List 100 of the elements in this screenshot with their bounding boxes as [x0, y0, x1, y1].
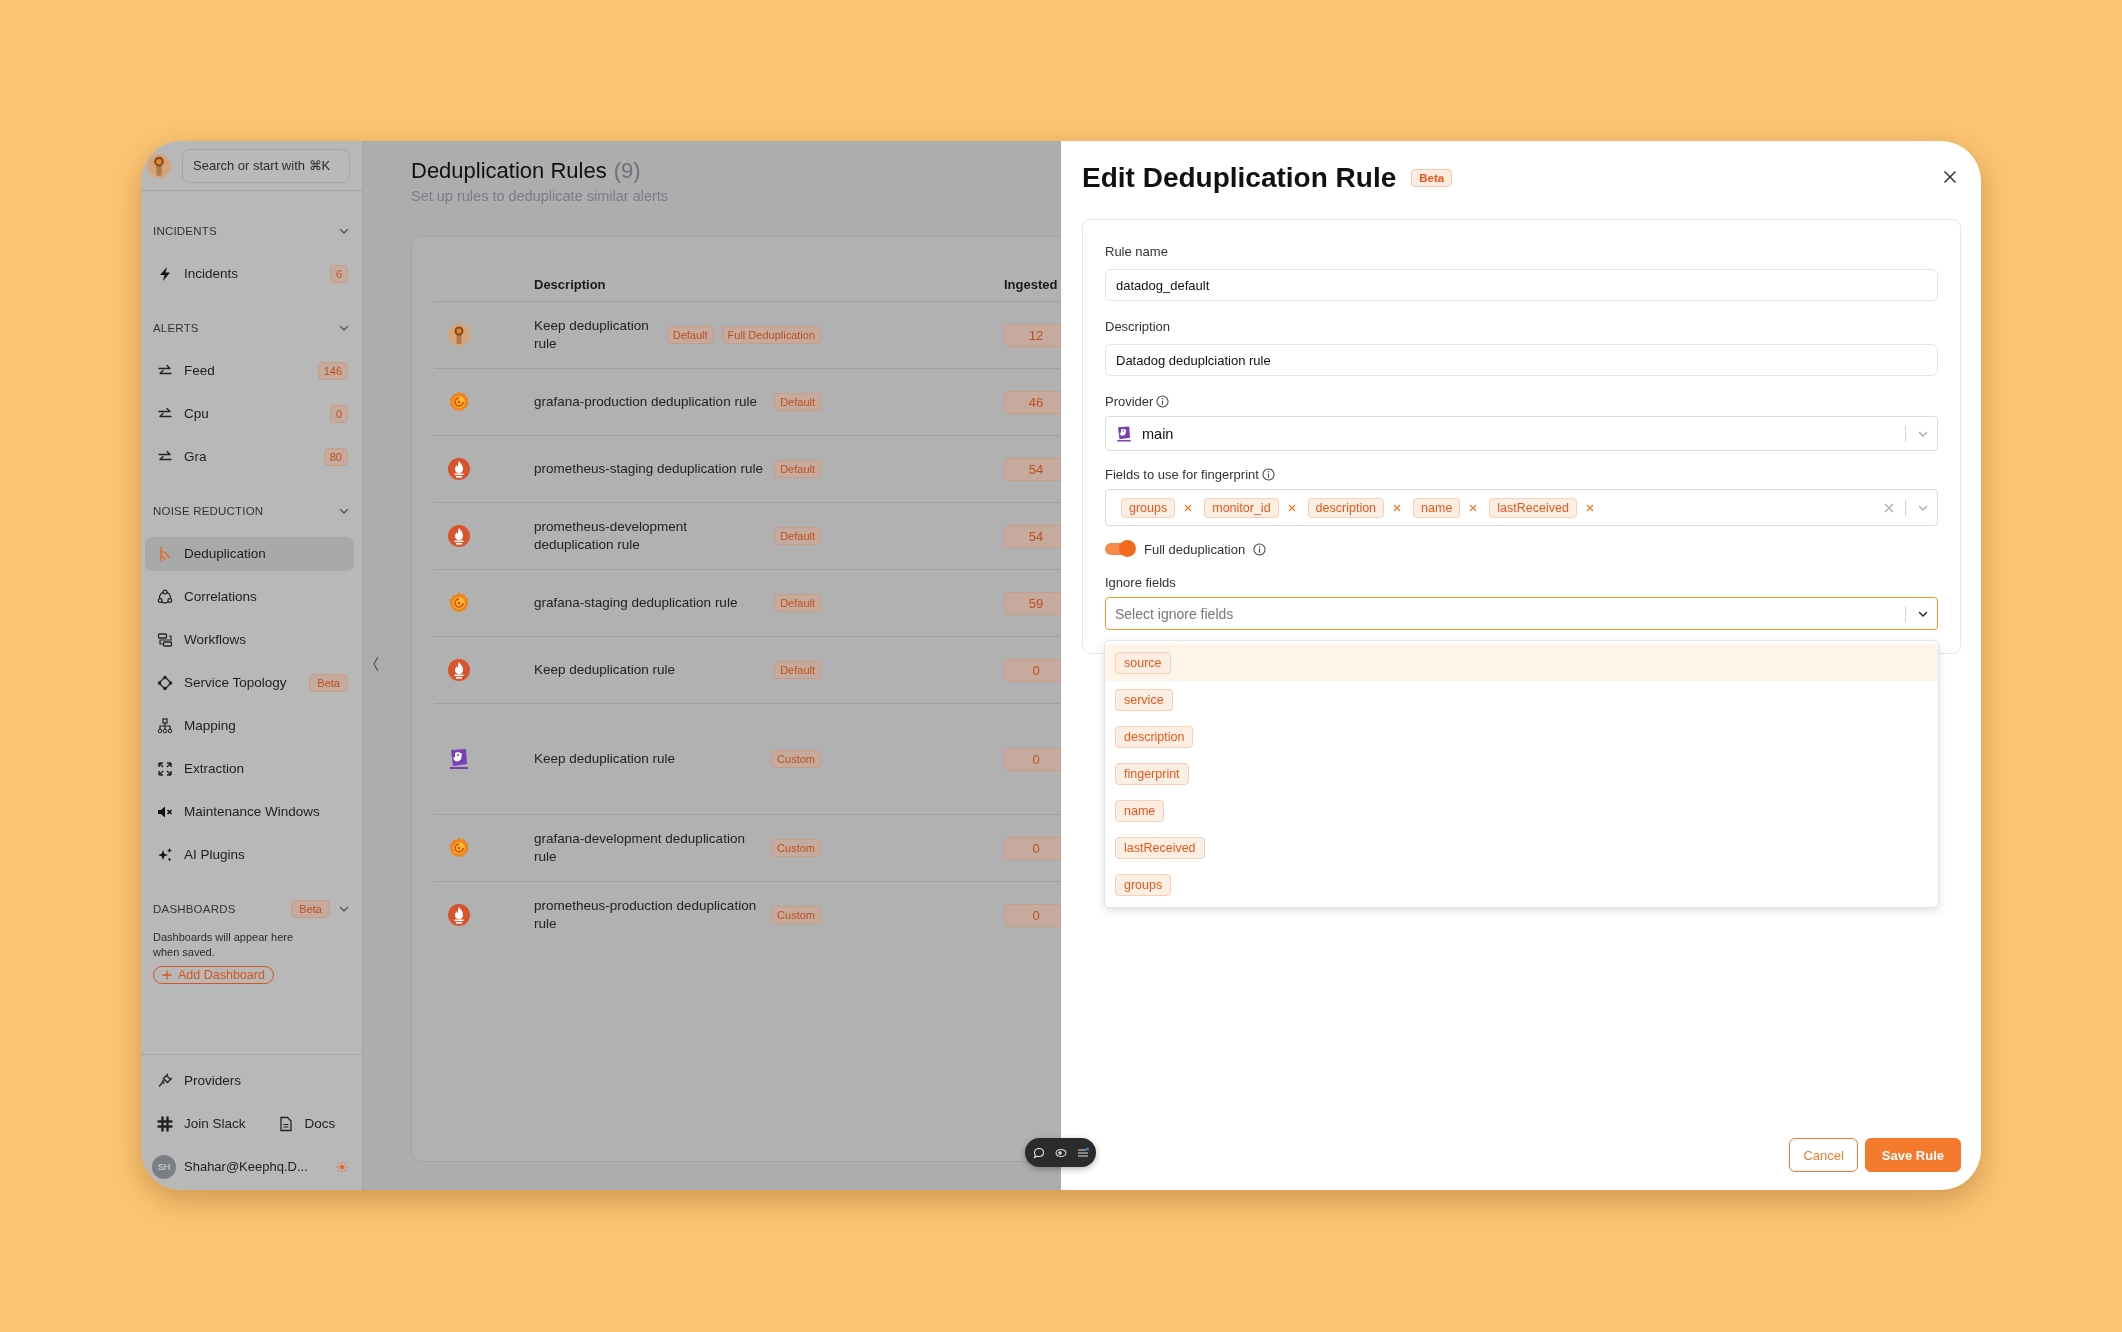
column-header: Ingested: [1004, 276, 1058, 292]
count-badge: 0: [329, 404, 348, 423]
rule-tag: Default: [666, 326, 714, 344]
sidebar-item[interactable]: Correlations: [145, 579, 348, 614]
field-label: Provider: [1105, 393, 1154, 409]
rule-description: prometheus-production deduplication rule: [534, 897, 758, 933]
field-tag: lastReceived: [1489, 497, 1577, 518]
flame-icon: [447, 658, 471, 682]
beta-badge: Beta: [1411, 169, 1453, 187]
menu-icon[interactable]: [1076, 1146, 1089, 1159]
field-tag: description: [1307, 497, 1385, 518]
rule-tag: Default: [774, 594, 821, 612]
workflow-icon: [157, 631, 173, 648]
hierarchy-icon: [157, 717, 173, 734]
sidebar-item[interactable]: Incidents: [145, 256, 330, 291]
field-label: Rule name: [1105, 243, 1168, 259]
document-icon: [277, 1115, 294, 1132]
select-field[interactable]: Select ignore fields: [1105, 597, 1938, 630]
count-badge: 12: [1004, 323, 1061, 347]
count-badge: 6: [329, 264, 348, 283]
expand-arrows-icon: [157, 760, 173, 777]
chat-bubble-icon[interactable]: [1032, 1146, 1045, 1159]
rule-description: Keep deduplication rule: [534, 661, 677, 679]
text-field[interactable]: Datadog deduplciation rule: [1105, 344, 1938, 376]
remove-icon[interactable]: [1585, 503, 1594, 512]
hash-icon: [157, 1115, 173, 1132]
toggle-label: Full deduplication: [1144, 541, 1246, 557]
count-badge: 54: [1004, 457, 1061, 481]
beta-badge: Beta: [291, 900, 330, 918]
remove-icon[interactable]: [1393, 503, 1402, 512]
field-tag: groups: [1121, 497, 1176, 518]
toggle-switch[interactable]: [1105, 543, 1133, 555]
count-badge: 0: [1004, 903, 1061, 927]
close-icon[interactable]: [1943, 170, 1957, 184]
section-title: INCIDENTS: [153, 225, 217, 237]
branch-icon: [157, 545, 173, 562]
chevron-left-icon[interactable]: [372, 656, 380, 672]
torch-icon: [146, 152, 172, 179]
flame-icon: [447, 524, 471, 548]
rule-description: prometheus-development deduplication rule: [534, 518, 689, 554]
rule-tag: Custom: [771, 750, 821, 768]
sparkles-icon: [157, 846, 173, 863]
select-field[interactable]: main: [1105, 416, 1938, 451]
rule-description: grafana-staging deduplication rule: [534, 594, 739, 612]
rule-tag: Custom: [771, 906, 821, 924]
sidebar-item[interactable]: Deduplication: [145, 536, 354, 571]
beta-badge: Beta: [309, 673, 348, 692]
flame-icon: [447, 903, 471, 927]
rule-tag: Custom: [771, 839, 821, 857]
flame-icon: [447, 457, 471, 481]
count-badge: 0: [1004, 747, 1061, 771]
empty-hint: Dashboards will appear here when saved.: [153, 930, 295, 960]
count-badge: 0: [1004, 836, 1061, 860]
sidebar-item[interactable]: Workflows: [145, 622, 348, 657]
remove-icon[interactable]: [1184, 503, 1193, 512]
eye-icon[interactable]: [1054, 1146, 1067, 1159]
rule-tag: Default: [774, 527, 821, 545]
count-badge: 80: [323, 447, 348, 466]
rule-description: grafana-production deduplication rule: [534, 393, 758, 411]
search-field[interactable]: Search or start with ⌘K: [182, 148, 350, 183]
sidebar-item[interactable]: Mapping: [145, 708, 348, 743]
sidebar-item[interactable]: Service Topology: [145, 665, 310, 700]
count-badge: 46: [1004, 390, 1061, 414]
field-label: Description: [1105, 318, 1171, 334]
remove-icon[interactable]: [1469, 503, 1478, 512]
panel-title: Edit Deduplication Rule: [1082, 162, 1397, 194]
field-tag: name: [1413, 497, 1461, 518]
rule-tag: Default: [774, 661, 821, 679]
count-badge: 146: [317, 361, 348, 380]
clear-icon[interactable]: [1884, 502, 1894, 513]
swirl-icon: [447, 836, 471, 860]
remove-icon[interactable]: [1287, 503, 1296, 512]
count-badge: 59: [1004, 591, 1061, 615]
sidebar-item[interactable]: AI Plugins: [145, 837, 348, 872]
field-label: Ignore fields: [1105, 574, 1176, 590]
topology-icon: [157, 674, 173, 691]
sidebar-item[interactable]: Cpu: [145, 396, 330, 431]
sidebar-item[interactable]: Extraction: [145, 751, 348, 786]
sidebar-item[interactable]: Maintenance Windows: [145, 794, 348, 829]
user-name: Shahar@Keephq.D...: [184, 1159, 309, 1174]
field-label: Fields to use for fingerprint: [1105, 466, 1259, 482]
sidebar-item[interactable]: Providers: [145, 1063, 348, 1098]
count-badge: 54: [1004, 524, 1061, 548]
sidebar-link[interactable]: Join Slack: [145, 1106, 250, 1141]
rule-description: Keep deduplication rule: [534, 750, 677, 768]
section-title: NOISE REDUCTION: [153, 505, 264, 517]
sidebar-item[interactable]: Feed: [145, 353, 318, 388]
page-title: Deduplication Rules: [411, 158, 607, 184]
rule-tag: Default: [774, 393, 821, 411]
plus-icon: [162, 970, 172, 980]
rule-description: Keep deduplication rule: [534, 317, 650, 353]
swirl-icon: [447, 591, 471, 615]
column-header: Description: [534, 276, 606, 292]
rule-tag: Default: [774, 460, 821, 478]
text-field[interactable]: datadog_default: [1105, 269, 1938, 301]
sidebar-link[interactable]: Docs: [265, 1106, 340, 1141]
section-title: ALERTS: [153, 322, 199, 334]
count-badge: 0: [1004, 658, 1061, 682]
rule-description: prometheus-staging deduplication rule: [534, 460, 764, 478]
sidebar-item[interactable]: Gra: [145, 439, 324, 474]
